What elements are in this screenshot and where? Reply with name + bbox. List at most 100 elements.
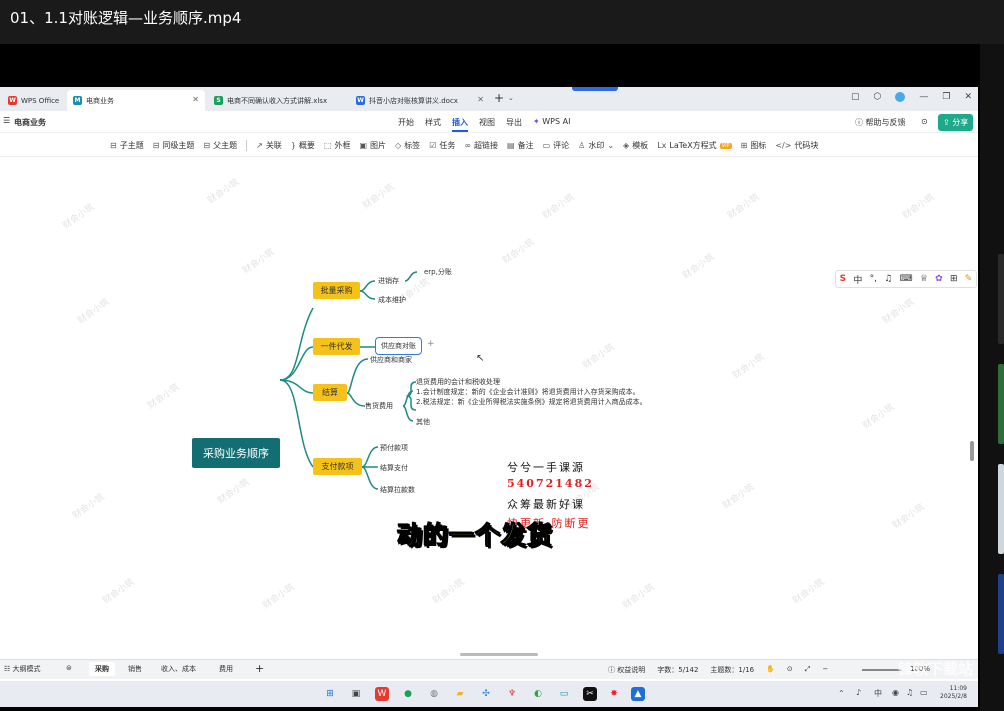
layers-icon[interactable]: ⊜	[66, 664, 72, 672]
skin-icon[interactable]: ⬡	[874, 92, 882, 102]
app-icon[interactable]: ◍	[427, 687, 441, 701]
app-icon[interactable]: ✣	[479, 687, 493, 701]
comment-button[interactable]: ▭ 评论	[543, 140, 570, 151]
sheet-tab-expense[interactable]: 费用	[219, 664, 233, 674]
icon-button[interactable]: ⊞ 图标	[741, 140, 767, 151]
tray-mic-icon[interactable]: ♪	[856, 688, 861, 697]
tray-chevron-icon[interactable]: ⌃	[838, 689, 845, 698]
help-feedback-button[interactable]: ⓘ 帮助与反馈	[855, 117, 906, 128]
app-icon[interactable]: ✸	[607, 687, 621, 701]
sheet-tab-sales[interactable]: 销售	[128, 664, 142, 674]
tab-mindmap-doc[interactable]: M 电商业务 ✕	[67, 90, 205, 111]
tab-sheet-doc[interactable]: S 电商不同确认收入方式讲解.xlsx	[208, 90, 348, 111]
tray-battery-icon[interactable]: ▭	[920, 688, 928, 697]
rights-info[interactable]: ⓘ 权益说明	[608, 665, 645, 675]
add-sheet-plus-icon[interactable]: +	[255, 662, 264, 675]
mindmap-root-node[interactable]: 采购业务顺序	[192, 438, 280, 468]
mindmap-leaf[interactable]: 进销存	[378, 276, 399, 286]
close-icon[interactable]: ✕	[964, 92, 972, 102]
code-block-button[interactable]: </> 代码块	[775, 140, 818, 151]
windows-start-icon[interactable]: ⊞	[323, 687, 337, 701]
wps-taskbar-icon[interactable]: W	[375, 687, 389, 701]
fit-view-icon[interactable]: ⊙	[787, 665, 793, 675]
watermark-button[interactable]: ♙ 水印 ⌄	[578, 140, 614, 151]
tab-wps-home[interactable]: W WPS Office	[2, 90, 66, 111]
menu-insert[interactable]: 插入	[452, 117, 468, 132]
close-tab-icon[interactable]: ✕	[192, 95, 199, 104]
tab-list-chevron-icon[interactable]: ⌄	[508, 94, 514, 102]
sheet-tab-revenue-cost[interactable]: 收入、成本	[161, 664, 196, 674]
file-explorer-icon[interactable]: ▰	[453, 687, 467, 701]
zoom-out-icon[interactable]: −	[822, 665, 828, 675]
fullscreen-icon[interactable]: ⤢	[805, 665, 811, 675]
mindmap-leaf[interactable]: 预付款项	[380, 443, 408, 453]
mindmap-detail[interactable]: 退货费用的会计和税收处理	[416, 377, 500, 387]
share-button[interactable]: ⇪ 分享	[938, 114, 974, 131]
relation-button[interactable]: ↗ 关联	[256, 140, 282, 151]
restore-icon[interactable]: ❐	[942, 92, 950, 102]
mindmap-leaf[interactable]: 成本维护	[378, 295, 406, 305]
new-tab-plus-icon[interactable]: +	[494, 91, 504, 105]
add-child-plus-icon[interactable]: +	[427, 339, 435, 349]
browser-icon[interactable]: ◐	[531, 687, 545, 701]
parent-topic-button[interactable]: ⊟ 父主题	[203, 140, 237, 151]
mindmap-leaf[interactable]: erp,分账	[424, 267, 452, 277]
menu-start[interactable]: 开始	[398, 117, 414, 132]
app-icon[interactable]: ♆	[505, 687, 519, 701]
app-icon[interactable]: ▭	[557, 687, 571, 701]
zoom-slider[interactable]	[862, 669, 902, 671]
mindmap-leaf[interactable]: 结算支付	[380, 463, 408, 473]
outline-mode-button[interactable]: ☷ 大纲模式	[4, 664, 41, 674]
close-tab-icon[interactable]: ✕	[477, 95, 484, 104]
sheet-tab-purchase[interactable]: 采购	[89, 662, 115, 676]
top-drag-handle[interactable]	[572, 87, 618, 91]
tag-button[interactable]: ◇ 标签	[395, 140, 420, 151]
menu-wps-ai[interactable]: ✦ WPS AI	[533, 117, 570, 132]
layout-icon[interactable]: ▢	[851, 92, 860, 102]
tray-ime-icon[interactable]: 中	[874, 688, 882, 699]
sync-icon[interactable]: ⊙	[921, 117, 928, 126]
note-button[interactable]: ▤ 备注	[507, 140, 534, 151]
menu-style[interactable]: 样式	[425, 117, 441, 132]
tray-volume-icon[interactable]: ♫	[906, 688, 913, 697]
system-clock[interactable]: 11:09 2025/2/8	[940, 685, 967, 701]
mindmap-node-payment[interactable]: 支付款项	[313, 458, 362, 475]
mindmap-leaf[interactable]: 结算拉款数	[380, 485, 415, 495]
image-button[interactable]: ▣ 图片	[359, 140, 386, 151]
tab-word-doc[interactable]: W 抖音小店对账核算讲义.docx ✕	[350, 90, 490, 111]
side-thumbnail[interactable]	[998, 574, 1004, 654]
mindmap-node-dropshipping[interactable]: 一件代发	[313, 338, 360, 355]
mindmap-leaf[interactable]: 售货费用	[365, 401, 393, 411]
hamburger-menu-icon[interactable]: ☰	[3, 116, 10, 125]
capcut-icon[interactable]: ✂	[583, 687, 597, 701]
minimize-icon[interactable]: —	[919, 92, 928, 102]
side-thumbnail[interactable]	[998, 254, 1004, 344]
side-thumbnail[interactable]	[998, 464, 1004, 554]
mindmap-node-bulk-purchase[interactable]: 批量采购	[313, 282, 360, 299]
latex-button[interactable]: Lx LaTeX方程式 VIP	[657, 140, 732, 151]
menu-view[interactable]: 视图	[479, 117, 495, 132]
avatar[interactable]	[895, 92, 906, 102]
hand-tool-icon[interactable]: ✋	[766, 665, 775, 675]
summary-button[interactable]: } 概要	[291, 140, 315, 151]
sibling-topic-button[interactable]: ⊟ 同级主题	[153, 140, 195, 151]
mindmap-canvas[interactable]: 财会小筑 财会小筑 财会小筑 财会小筑 财会小筑 财会小筑 财会小筑 财会小筑 …	[0, 159, 978, 659]
photos-icon[interactable]: ▲	[631, 687, 645, 701]
frame-button[interactable]: ⬚ 外框	[324, 140, 351, 151]
task-view-icon[interactable]: ▣	[349, 687, 363, 701]
mindmap-detail[interactable]: 1.会计制度规定：新的《企业会计准则》将退货费用计入存货采购成本。	[416, 387, 640, 397]
tray-network-icon[interactable]: ◉	[892, 688, 899, 697]
horizontal-scrollbar[interactable]	[460, 653, 538, 656]
wechat-icon[interactable]: ●	[401, 687, 415, 701]
side-thumbnail[interactable]	[998, 364, 1004, 444]
subtopic-button[interactable]: ⊟ 子主题	[110, 140, 144, 151]
hyperlink-button[interactable]: ∞ 超链接	[464, 140, 498, 151]
mindmap-node-settlement[interactable]: 结算	[313, 384, 347, 401]
task-button[interactable]: ☑ 任务	[429, 140, 455, 151]
template-button[interactable]: ◈ 模板	[623, 140, 648, 151]
mindmap-leaf-selected[interactable]: 供应商对账	[375, 337, 422, 355]
menu-export[interactable]: 导出	[506, 117, 522, 132]
mindmap-detail[interactable]: 2.税法规定：新《企业所得税法实施条例》规定将退货费用计入商品成本。	[416, 397, 647, 407]
mindmap-detail[interactable]: 其他	[416, 417, 430, 427]
mindmap-leaf[interactable]: 供应商和商家	[370, 355, 412, 365]
